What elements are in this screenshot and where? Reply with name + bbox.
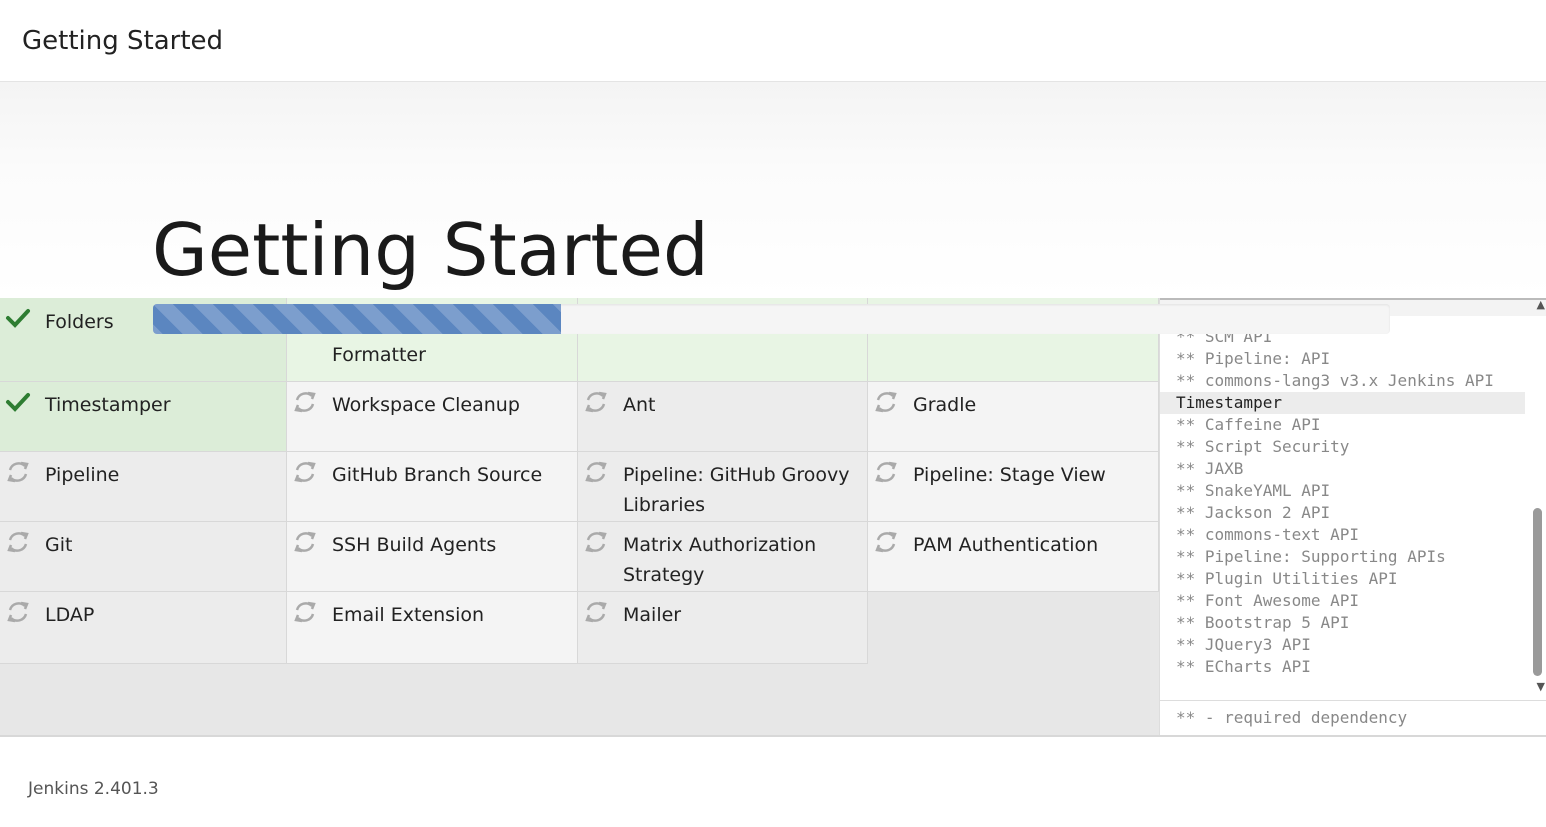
- refresh-icon: [7, 531, 29, 553]
- jenkins-version: Jenkins 2.401.3: [28, 779, 159, 799]
- refresh-icon: [294, 461, 316, 483]
- log-line: ** Jackson 2 API: [1176, 503, 1331, 522]
- plugin-item-timestamper: Timestamper: [0, 382, 287, 452]
- top-bar: Getting Started: [0, 0, 1546, 82]
- plugin-item-workspace-cleanup: Workspace Cleanup: [287, 382, 578, 452]
- refresh-icon: [585, 601, 607, 623]
- log-line: ** SnakeYAML API: [1176, 481, 1331, 500]
- page-heading: Getting Started: [152, 208, 709, 292]
- plugin-label: Pipeline: Stage View: [913, 464, 1106, 486]
- scroll-down-arrow-icon[interactable]: ▼: [1537, 680, 1545, 693]
- refresh-icon: [7, 601, 29, 623]
- progress-fill: [153, 304, 562, 334]
- refresh-icon: [294, 531, 316, 553]
- plugin-label: LDAP: [45, 604, 95, 626]
- plugin-item-pipeline: Pipeline: [0, 452, 287, 522]
- log-line: ** JQuery3 API: [1176, 635, 1311, 654]
- plugin-item-pipeline-github-groovy-libraries: Pipeline: GitHub Groovy Libraries: [578, 452, 868, 522]
- log-line: ** commons-lang3 v3.x Jenkins API: [1176, 371, 1494, 390]
- plugin-label: Git: [45, 534, 73, 556]
- getting-started-overlay: Getting Started: [0, 82, 1546, 298]
- refresh-icon: [585, 461, 607, 483]
- log-line: ** Caffeine API: [1176, 415, 1321, 434]
- plugin-item-ssh-build-agents: SSH Build Agents: [287, 522, 578, 592]
- log-lines: Credentials Binding** SCM API** Pipeline…: [1160, 314, 1525, 678]
- plugin-item-github-branch-source: GitHub Branch Source: [287, 452, 578, 522]
- log-line: ** commons-text API: [1176, 525, 1360, 544]
- plugin-label: SSH Build Agents: [332, 534, 497, 556]
- plugin-item-gradle: Gradle: [868, 382, 1159, 452]
- plugin-label: PAM Authentication: [913, 534, 1099, 556]
- plugin-label: Gradle: [913, 394, 977, 416]
- plugin-item-pam-authentication: PAM Authentication: [868, 522, 1159, 592]
- refresh-icon: [294, 601, 316, 623]
- plugin-label: Ant: [623, 394, 656, 416]
- log-footer: ** - required dependency: [1160, 700, 1546, 736]
- check-icon: [6, 393, 30, 412]
- plugin-item-pipeline-stage-view: Pipeline: Stage View: [868, 452, 1159, 522]
- refresh-icon: [875, 461, 897, 483]
- plugin-item-ldap: LDAP: [0, 592, 287, 664]
- plugin-item-matrix-authorization-strategy: Matrix Authorization Strategy: [578, 522, 868, 592]
- refresh-icon: [585, 531, 607, 553]
- scroll-up-arrow-icon[interactable]: ▲: [1537, 298, 1545, 311]
- refresh-icon: [294, 391, 316, 413]
- plugin-label: Mailer: [623, 604, 682, 626]
- plugin-item-mailer: Mailer: [578, 592, 868, 664]
- window-title: Getting Started: [22, 26, 224, 56]
- log-scroll-area[interactable]: Credentials Binding** SCM API** Pipeline…: [1160, 314, 1546, 698]
- scrollbar-thumb[interactable]: [1533, 508, 1542, 676]
- refresh-icon: [585, 391, 607, 413]
- log-line: ** Plugin Utilities API: [1176, 569, 1398, 588]
- plugin-item-email-extension: Email Extension: [287, 592, 578, 664]
- refresh-icon: [875, 391, 897, 413]
- plugin-item-git: Git: [0, 522, 287, 592]
- log-line: ** Bootstrap 5 API: [1176, 613, 1350, 632]
- plugin-label: Timestamper: [45, 394, 171, 416]
- log-line: ** Pipeline: API: [1176, 349, 1331, 368]
- page-footer: Jenkins 2.401.3: [0, 735, 1546, 827]
- log-line: ** Pipeline: Supporting APIs: [1176, 547, 1446, 566]
- plugin-grid: Folders Formatter Timestamper Workspace Cle…: [0, 298, 1159, 735]
- install-progress-bar: [153, 304, 1390, 334]
- install-log: Credentials Binding** SCM API** Pipeline…: [1159, 298, 1546, 735]
- plugin-label: Workspace Cleanup: [332, 394, 520, 416]
- log-line: ** ECharts API: [1176, 657, 1311, 676]
- plugin-label: Formatter: [332, 344, 426, 366]
- plugin-label: Matrix Authorization Strategy: [623, 534, 817, 586]
- plugin-label: Pipeline: GitHub Groovy Libraries: [623, 464, 850, 516]
- check-icon: [6, 309, 30, 328]
- plugin-label: Pipeline: [45, 464, 120, 486]
- required-dependency-note: ** - required dependency: [1176, 708, 1408, 727]
- plugin-label: Email Extension: [332, 604, 485, 626]
- refresh-icon: [875, 531, 897, 553]
- refresh-icon: [7, 461, 29, 483]
- log-line: Timestamper: [1160, 392, 1525, 414]
- log-line: ** JAXB: [1176, 459, 1244, 478]
- plugin-label: GitHub Branch Source: [332, 464, 543, 486]
- log-line: ** Script Security: [1176, 437, 1350, 456]
- plugin-item-ant: Ant: [578, 382, 868, 452]
- log-line: ** Font Awesome API: [1176, 591, 1360, 610]
